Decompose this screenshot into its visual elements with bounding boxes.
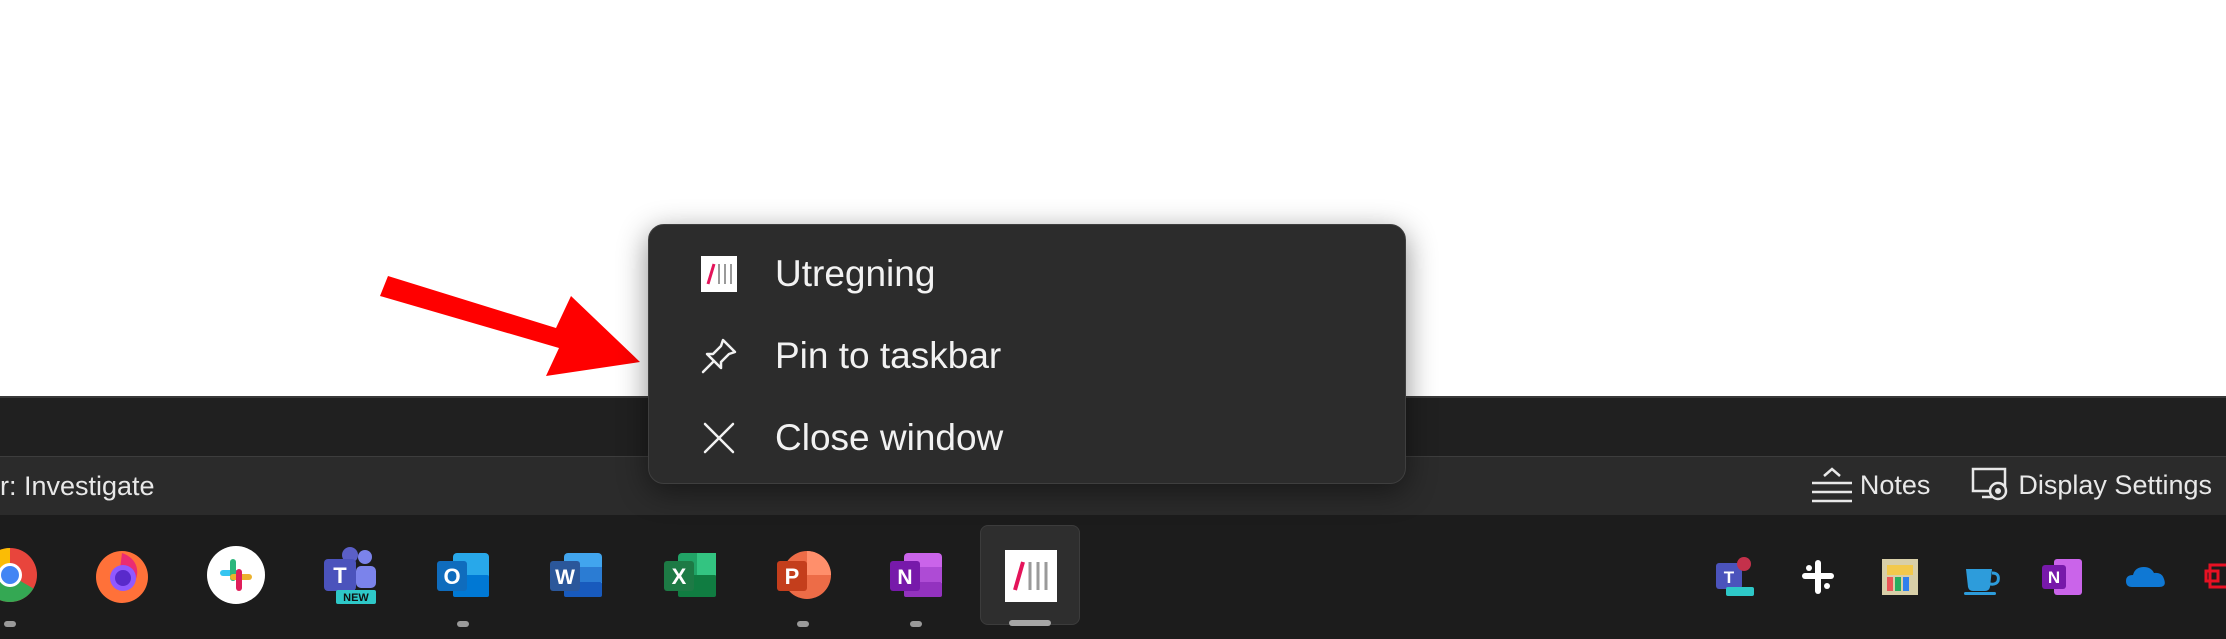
onedrive-tray-icon	[2126, 567, 2165, 587]
onenote-icon: N	[890, 553, 942, 597]
svg-text:X: X	[672, 564, 687, 589]
slack-icon	[207, 546, 265, 604]
taskbar-app-slack[interactable]	[186, 525, 286, 625]
close-icon	[703, 422, 735, 454]
taskbar: T NEW O W X P N T N	[0, 515, 2226, 639]
svg-text:O: O	[443, 564, 460, 589]
excel-icon: X	[664, 553, 716, 597]
display-settings-button[interactable]: Display Settings	[1970, 465, 2212, 505]
running-indicator	[457, 621, 469, 627]
taskbar-app-firefox[interactable]	[72, 525, 172, 625]
outlook-icon: O	[437, 553, 489, 597]
pin-icon	[701, 338, 737, 374]
tray-network[interactable]	[2204, 555, 2226, 604]
menu-item-utregning[interactable]: Utregning	[661, 237, 1393, 311]
tray-teams[interactable]: T	[1712, 555, 1756, 604]
taskbar-app-onenote[interactable]: N	[866, 525, 966, 627]
word-icon: W	[550, 553, 602, 597]
utregning-app-icon	[1005, 550, 1057, 602]
svg-text:T: T	[333, 563, 347, 588]
svg-text:N: N	[897, 566, 912, 589]
teams-new-badge: NEW	[343, 592, 369, 604]
slack-tray-icon	[1802, 560, 1834, 594]
tray-coffee[interactable]	[1960, 555, 2004, 604]
tray-slack[interactable]	[1796, 555, 1840, 604]
network-tray-icon	[2204, 563, 2226, 589]
context-menu: Utregning Pin to taskbar Close window	[648, 224, 1406, 484]
status-right-group: Notes Display Settings	[1810, 465, 2212, 505]
menu-item-close-window[interactable]: Close window	[661, 401, 1393, 475]
menu-item-label: Utregning	[775, 253, 936, 294]
red-arrow-annotation	[380, 276, 640, 376]
menu-item-label: Close window	[775, 417, 1004, 458]
powerpoint-icon: P	[777, 551, 831, 599]
notes-button[interactable]: Notes	[1810, 465, 1931, 505]
status-left-text: r: Investigate	[0, 471, 155, 501]
running-indicator	[910, 621, 922, 627]
running-indicator	[797, 621, 809, 627]
notes-label: Notes	[1859, 469, 1931, 500]
chrome-icon	[0, 548, 37, 603]
notes-icon	[1811, 467, 1852, 503]
svg-text:N: N	[2048, 568, 2060, 587]
display-settings-icon	[1972, 467, 2008, 501]
taskbar-app-teams-new[interactable]: T NEW	[300, 525, 400, 625]
utregning-app-icon	[701, 256, 737, 292]
taskbar-app-excel[interactable]: X	[640, 525, 740, 625]
taskbar-app-utregning[interactable]	[980, 525, 1080, 626]
menu-item-label: Pin to taskbar	[775, 335, 1002, 376]
taskbar-app-outlook[interactable]: O	[413, 525, 513, 627]
teams-tray-icon: T	[1716, 557, 1754, 596]
running-indicator	[4, 621, 16, 627]
firefox-icon	[96, 551, 148, 603]
svg-text:P: P	[785, 564, 800, 589]
taskbar-app-powerpoint[interactable]: P	[753, 525, 853, 627]
tray-app[interactable]	[1878, 555, 1922, 604]
active-indicator	[1009, 620, 1051, 626]
display-settings-label: Display Settings	[2018, 469, 2212, 500]
teams-icon: T NEW	[324, 547, 376, 604]
svg-text:T: T	[1724, 568, 1735, 587]
taskbar-app-word[interactable]: W	[526, 525, 626, 625]
taskbar-app-chrome[interactable]	[0, 525, 60, 627]
coffee-tray-icon	[1964, 569, 2000, 595]
app-tray-icon	[1882, 559, 1918, 595]
onenote-tray-icon: N	[2042, 559, 2082, 595]
tray-onenote[interactable]: N	[2040, 555, 2084, 604]
tray-onedrive[interactable]	[2124, 555, 2168, 604]
menu-item-pin-to-taskbar[interactable]: Pin to taskbar	[661, 319, 1393, 393]
svg-text:W: W	[555, 566, 575, 589]
